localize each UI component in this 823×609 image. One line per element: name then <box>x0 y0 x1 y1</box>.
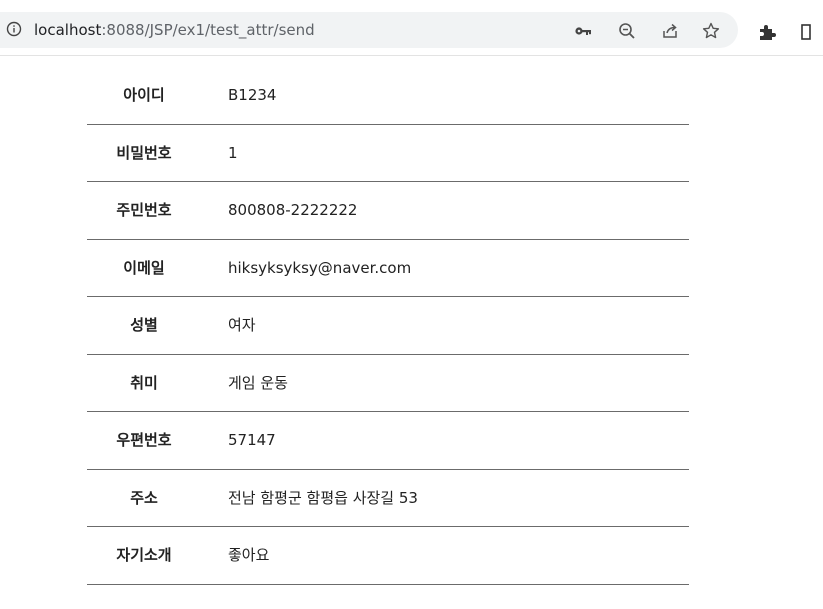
value-password: 1 <box>228 143 238 162</box>
row-zipcode: 우편번호 57147 <box>87 412 689 470</box>
zoom-icon[interactable] <box>617 21 637 41</box>
value-introduction: 좋아요 <box>228 546 270 564</box>
value-zipcode: 57147 <box>228 431 276 449</box>
extensions-icon[interactable] <box>757 22 777 42</box>
browser-toolbar: localhost:8088/JSP/ex1/test_attr/send <box>0 0 823 56</box>
value-gender: 여자 <box>228 316 256 334</box>
row-id: 아이디 B1234 <box>87 67 689 125</box>
value-resident-number: 800808-2222222 <box>228 201 358 219</box>
share-icon[interactable] <box>660 21 680 41</box>
star-icon[interactable] <box>701 21 721 41</box>
label-address: 주소 <box>130 488 158 507</box>
value-hobby: 게임 운동 <box>228 373 288 392</box>
value-email: hiksyksyksy@naver.com <box>228 258 412 277</box>
value-id: B1234 <box>228 86 277 104</box>
row-email: 이메일 hiksyksyksy@naver.com <box>87 240 689 297</box>
url-text[interactable]: localhost:8088/JSP/ex1/test_attr/send <box>34 21 315 39</box>
address-bar[interactable]: localhost:8088/JSP/ex1/test_attr/send <box>0 12 738 48</box>
value-address: 전남 함평군 함평읍 사장길 53 <box>228 488 418 507</box>
row-address: 주소 전남 함평군 함평읍 사장길 53 <box>87 470 689 527</box>
label-password: 비밀번호 <box>116 143 172 162</box>
sidebar-toggle-icon[interactable] <box>801 22 811 42</box>
label-gender: 성별 <box>130 316 158 334</box>
row-introduction: 자기소개 좋아요 <box>87 527 689 585</box>
label-email: 이메일 <box>123 258 165 277</box>
url-host: localhost <box>34 21 102 39</box>
label-resident-number: 주민번호 <box>116 201 172 219</box>
row-gender: 성별 여자 <box>87 297 689 355</box>
row-hobby: 취미 게임 운동 <box>87 355 689 412</box>
row-password: 비밀번호 1 <box>87 125 689 182</box>
key-icon[interactable] <box>573 21 593 41</box>
url-path: :8088/JSP/ex1/test_attr/send <box>101 21 315 39</box>
label-hobby: 취미 <box>130 373 158 392</box>
label-introduction: 자기소개 <box>116 546 172 564</box>
label-id: 아이디 <box>123 86 165 104</box>
row-resident-number: 주민번호 800808-2222222 <box>87 182 689 240</box>
member-info-table: 아이디 B1234 비밀번호 1 주민번호 800808-2222222 이메일… <box>87 67 689 585</box>
info-icon[interactable] <box>6 21 22 37</box>
label-zipcode: 우편번호 <box>116 431 172 449</box>
